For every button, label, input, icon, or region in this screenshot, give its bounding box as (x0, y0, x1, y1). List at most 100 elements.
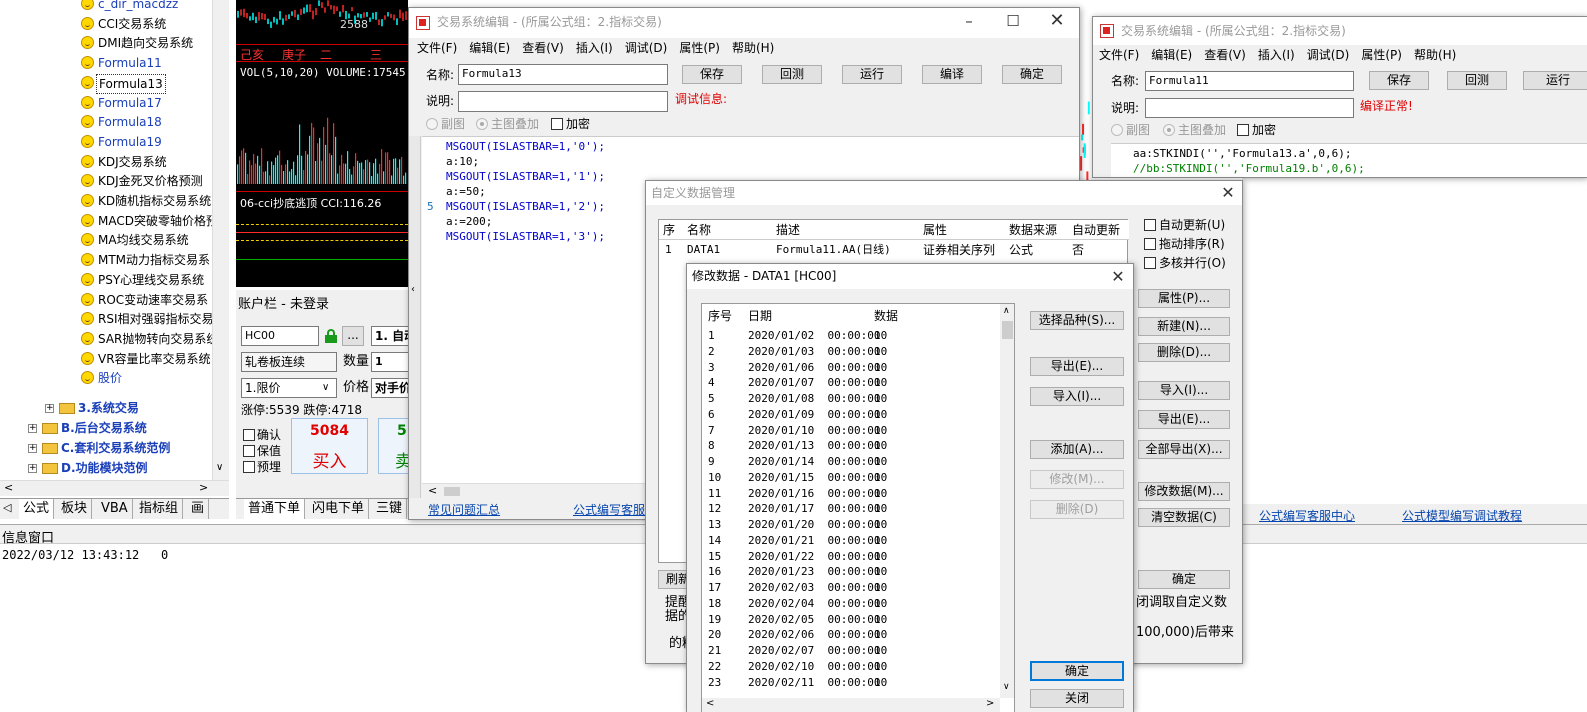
price-input[interactable]: 对手价 (371, 378, 408, 398)
scroll-left-arrow[interactable]: < (428, 484, 437, 497)
contract-code-input[interactable]: HC00 (241, 326, 319, 346)
scroll-thumb[interactable] (1002, 321, 1013, 339)
modify-import-button[interactable]: 导入(I)... (1030, 387, 1124, 406)
tree-item[interactable]: KD随机指标交易系统 (0, 191, 212, 211)
table-row[interactable]: 8 2020/01/13 00:00:00 10 (702, 438, 1000, 454)
modify-ok-button[interactable]: 确定 (1030, 661, 1124, 681)
tree-group[interactable]: + C.套利交易系统范例 (0, 438, 212, 458)
tree-item[interactable]: RSI相对强弱指标交易 (0, 309, 214, 329)
table-row[interactable]: 19 2020/02/05 00:00:00 10 (702, 612, 1000, 628)
expand-icon[interactable]: + (45, 404, 54, 413)
multicore-checkbox[interactable] (1144, 257, 1156, 269)
editor1-backtest-button[interactable]: 回测 (762, 65, 822, 84)
editor2-link-tutorial[interactable]: 公式模型编写调试教程 (1402, 508, 1522, 524)
modify-export-button[interactable]: 导出(E)... (1030, 357, 1124, 376)
editor1-link-service[interactable]: 公式编写客服 (573, 502, 645, 518)
modify-data-button[interactable]: 修改数据(M)... (1138, 482, 1230, 501)
table-row[interactable]: 12 2020/01/17 00:00:00 10 (702, 501, 1000, 517)
tree-item[interactable]: DMI趋向交易系统 (0, 33, 212, 53)
menu-item[interactable]: 插入(I) (1252, 45, 1301, 65)
tree-item[interactable]: c_dir_macdzz (0, 0, 212, 14)
quantity-input[interactable]: 1 (371, 352, 408, 372)
maximize-button[interactable]: ☐ (993, 8, 1033, 36)
export-button[interactable]: 导出(E)... (1138, 410, 1230, 429)
tree-item[interactable]: KDJ金死叉价格预测 (0, 171, 212, 191)
col-source[interactable]: 数据来源 (1009, 221, 1057, 239)
scroll-down-arrow[interactable]: ∨ (216, 462, 223, 473)
sell-button[interactable]: 5 卖 (378, 418, 408, 474)
col-index[interactable]: 序号 (708, 305, 732, 327)
menu-item[interactable]: 帮助(H) (726, 38, 780, 58)
expand-icon[interactable]: + (28, 424, 37, 433)
tree-item[interactable]: 股价 (0, 368, 212, 388)
expand-icon[interactable]: + (28, 444, 37, 453)
add-button[interactable]: 添加(A)... (1030, 440, 1124, 459)
drag-sort-checkbox[interactable] (1144, 238, 1156, 250)
table-row[interactable]: 13 2020/01/20 00:00:00 10 (702, 517, 1000, 533)
editor2-subchart-radio[interactable] (1111, 124, 1123, 136)
table-row[interactable]: 15 2020/01/22 00:00:00 10 (702, 549, 1000, 565)
scroll-left-arrow[interactable]: < (4, 481, 13, 494)
editor1-subchart-radio[interactable] (426, 118, 438, 130)
close-button[interactable]: ✕ (1208, 181, 1242, 205)
edit-button[interactable]: 修改(M)... (1030, 470, 1124, 489)
select-symbol-button[interactable]: 选择品种(S)... (1030, 311, 1124, 330)
tab-scroll-left[interactable]: ◁ (3, 501, 11, 514)
scroll-thumb[interactable] (444, 487, 460, 496)
buy-button[interactable]: 5084 买入 (291, 418, 368, 474)
editor2-desc-input[interactable] (1145, 98, 1354, 118)
table-row[interactable]: 21 2020/02/07 00:00:00 10 (702, 643, 1000, 659)
editor2-encrypt-checkbox[interactable] (1237, 124, 1249, 136)
scroll-right-arrow[interactable]: > (986, 698, 994, 709)
table-row[interactable]: 4 2020/01/07 00:00:00 10 (702, 375, 1000, 391)
menu-item[interactable]: 帮助(H) (1408, 45, 1462, 65)
lock-icon[interactable] (325, 329, 337, 343)
minimize-button[interactable]: – (949, 8, 989, 36)
col-desc[interactable]: 描述 (776, 221, 800, 239)
menu-item[interactable]: 属性(P) (673, 38, 726, 58)
scroll-up-arrow[interactable]: ∧ (1003, 306, 1010, 316)
col-value[interactable]: 数据 (874, 305, 898, 327)
scroll-right-arrow[interactable]: > (199, 481, 208, 494)
menu-item[interactable]: 查看(V) (516, 38, 570, 58)
menu-item[interactable]: 查看(V) (1198, 45, 1252, 65)
tab-normal-order[interactable]: 普通下单 (244, 499, 306, 519)
editor1-save-button[interactable]: 保存 (682, 65, 742, 84)
expand-icon[interactable]: + (28, 464, 37, 473)
menu-item[interactable]: 文件(F) (411, 38, 463, 58)
tab-2[interactable]: 板块 (57, 499, 93, 519)
editor1-run-button[interactable]: 运行 (842, 65, 902, 84)
editor1-desc-input[interactable] (458, 91, 668, 112)
export-all-button[interactable]: 全部导出(X)... (1138, 440, 1230, 459)
editor2-overlay-radio[interactable] (1163, 124, 1175, 136)
table-row[interactable]: 17 2020/02/03 00:00:00 10 (702, 580, 1000, 596)
tree-group[interactable]: +3.系统交易 (0, 398, 212, 418)
tree-item[interactable]: Formula18 (0, 112, 212, 132)
tree-item[interactable]: KDJ交易系统 (0, 152, 212, 172)
tree-item[interactable]: Formula13 (0, 73, 212, 94)
tree-group[interactable]: + D.功能模块范例 (0, 458, 212, 478)
tree-item[interactable]: VR容量比率交易系统 (0, 349, 212, 369)
tree-item[interactable]: PSY心理线交易系统 (0, 270, 212, 290)
preorder-checkbox[interactable] (243, 461, 255, 473)
hedge-checkbox[interactable] (243, 445, 255, 457)
clear-data-button[interactable]: 清空数据(C) (1138, 508, 1230, 527)
tab-4[interactable]: 指标组 (135, 499, 184, 519)
table-row[interactable]: 1 2020/01/02 00:00:00 10 (702, 328, 1000, 344)
tree-item[interactable]: SAR抛物转向交易系统 (0, 329, 218, 349)
table-row[interactable]: 16 2020/01/23 00:00:00 10 (702, 564, 1000, 580)
tab-flash-order[interactable]: 闪电下单 (308, 499, 370, 519)
tree-vertical-scrollbar[interactable]: ∨ (212, 0, 229, 480)
price-type-select[interactable]: 1.限价 ∨ (241, 378, 337, 398)
editor2-name-input[interactable]: Formula11 (1145, 71, 1354, 91)
table-row[interactable]: 9 2020/01/14 00:00:00 10 (702, 454, 1000, 470)
modify-delete-button[interactable]: 删除(D) (1030, 500, 1124, 519)
tab-1[interactable]: 公式 (19, 499, 55, 519)
tree-item[interactable]: MTM动力指标交易系 (0, 250, 212, 270)
auto-select[interactable]: 1. 自动 (371, 326, 408, 346)
modify-vscroll[interactable]: ∧ ∨ (1000, 304, 1014, 698)
table-row[interactable]: 18 2020/02/04 00:00:00 10 (702, 596, 1000, 612)
editor2-link-service[interactable]: 公式编写客服中心 (1259, 508, 1355, 524)
col-name[interactable]: 名称 (687, 221, 711, 239)
col-date[interactable]: 日期 (748, 305, 772, 327)
